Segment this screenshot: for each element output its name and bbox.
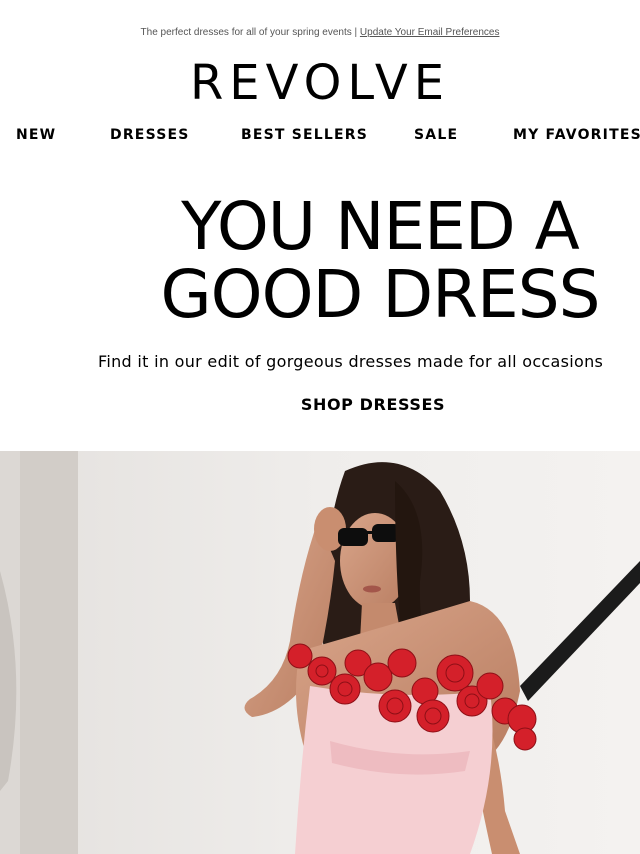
- model-photo: [0, 451, 640, 854]
- nav-item-dresses[interactable]: DRESSES: [110, 127, 190, 143]
- hero-headline: YOU NEED A GOOD DRESS: [100, 193, 640, 329]
- preheader-text: The perfect dresses for all of your spri…: [140, 27, 358, 38]
- headline-line-2: GOOD DRESS: [160, 256, 600, 333]
- main-nav: NEW DRESSES BEST SELLERS SALE MY FAVORIT…: [0, 127, 640, 147]
- nav-item-my-favorites[interactable]: MY FAVORITES: [513, 127, 640, 143]
- hero-image[interactable]: [0, 451, 640, 854]
- nav-item-best-sellers[interactable]: BEST SELLERS: [241, 127, 368, 143]
- headline-line-1: YOU NEED A: [181, 188, 580, 265]
- hero-subheadline: Find it in our edit of gorgeous dresses …: [98, 352, 604, 371]
- nav-item-new[interactable]: NEW: [16, 127, 56, 143]
- revolve-logo[interactable]: REVOLVE: [0, 56, 640, 110]
- preheader: The perfect dresses for all of your spri…: [0, 27, 640, 38]
- email-preferences-link[interactable]: Update Your Email Preferences: [360, 27, 500, 38]
- nav-item-sale[interactable]: SALE: [414, 127, 458, 143]
- shop-dresses-button[interactable]: SHOP DRESSES: [0, 395, 640, 414]
